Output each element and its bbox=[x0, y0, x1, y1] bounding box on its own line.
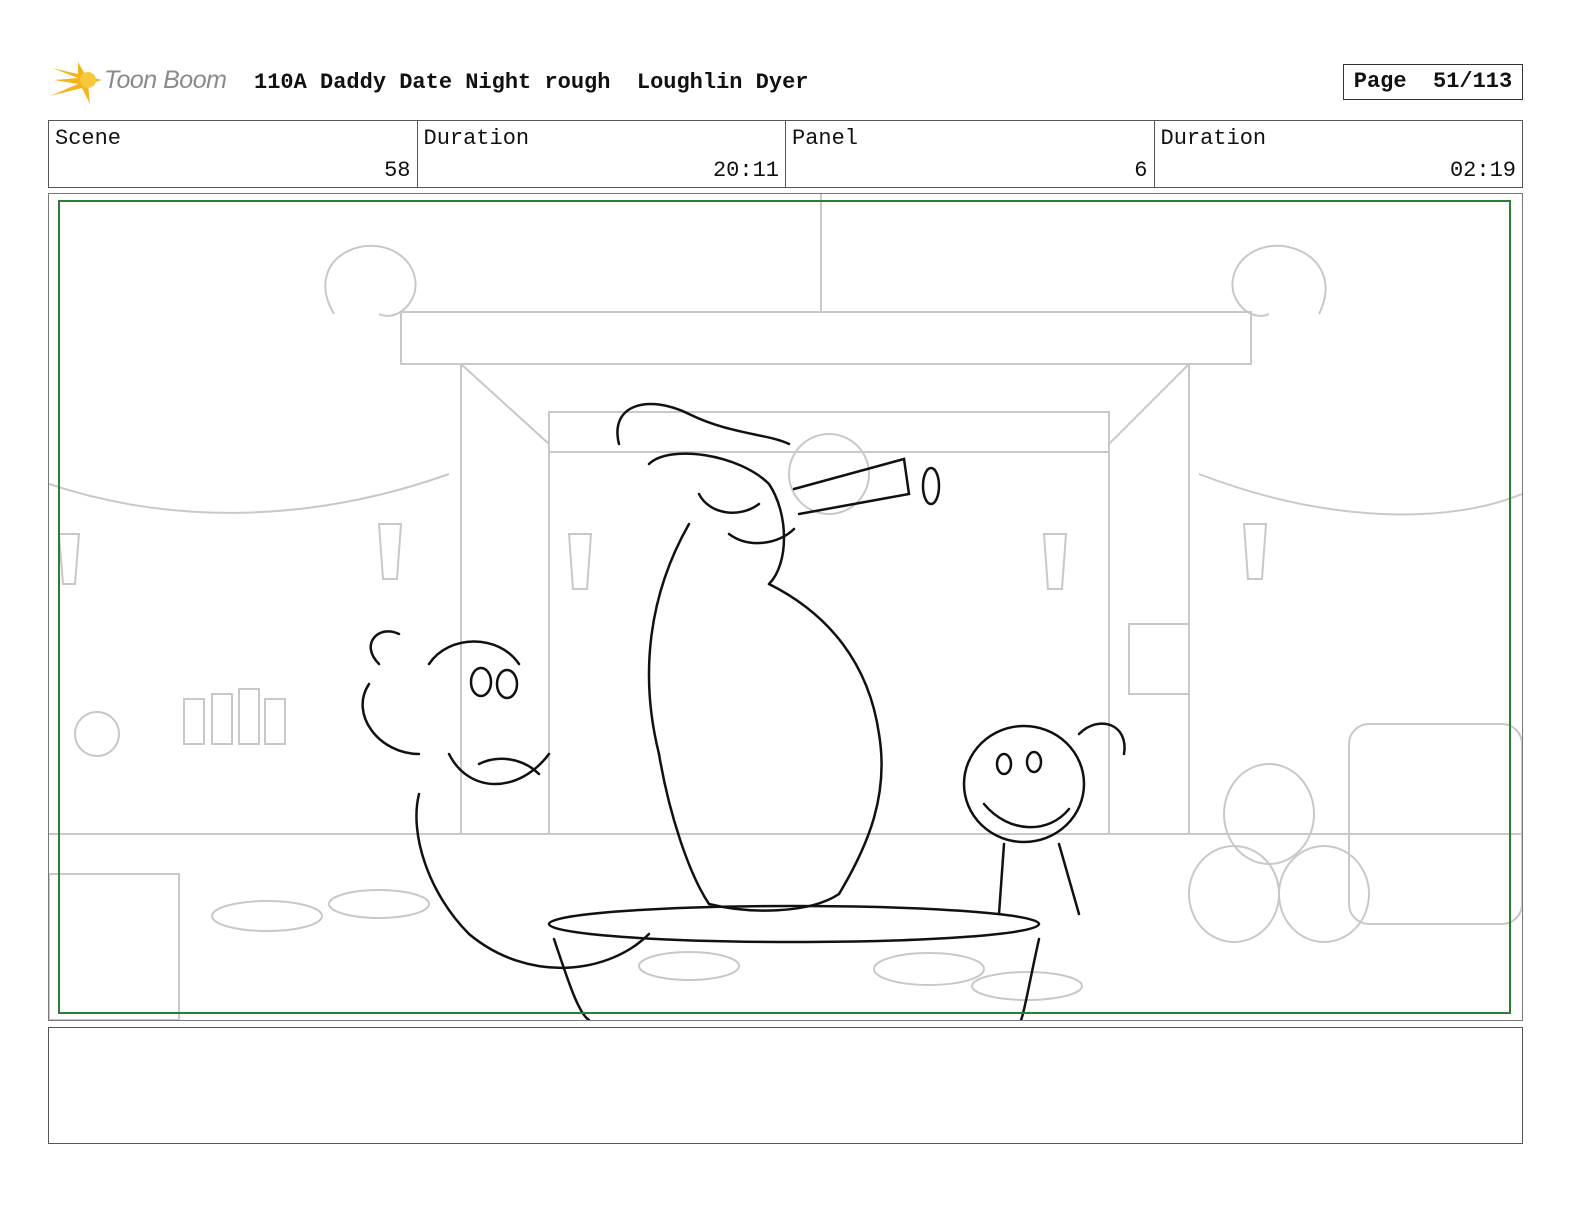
scene-cell: Scene 58 bbox=[49, 121, 418, 187]
panel-cell: Panel 6 bbox=[786, 121, 1155, 187]
scene-duration-cell: Duration 20:11 bbox=[418, 121, 786, 187]
scene-duration-label: Duration bbox=[423, 126, 530, 151]
page-number: Page 51/113 bbox=[1343, 64, 1523, 100]
safe-area-frame bbox=[58, 200, 1511, 1014]
panel-duration-cell: Duration 02:19 bbox=[1155, 121, 1523, 187]
panel-duration-value: 02:19 bbox=[1449, 158, 1516, 183]
logo-text: Toon Boom bbox=[104, 66, 227, 94]
toon-boom-logo: Toon Boom bbox=[48, 56, 238, 108]
character-sketch bbox=[361, 402, 1126, 1020]
star-icon bbox=[50, 62, 102, 104]
panel-duration-label: Duration bbox=[1160, 126, 1267, 151]
page-header: Toon Boom 110A Daddy Date Night rough Lo… bbox=[48, 56, 1523, 108]
document-title: 110A Daddy Date Night rough Loughlin Dye… bbox=[254, 70, 809, 95]
panel-info-row: Scene 58 Duration 20:11 Panel 6 Duration… bbox=[48, 120, 1523, 188]
panel-label: Panel bbox=[792, 126, 859, 151]
panel-drawing bbox=[49, 194, 1522, 1020]
scene-label: Scene bbox=[55, 126, 122, 151]
panel-value: 6 bbox=[1134, 158, 1148, 183]
background-layout bbox=[49, 194, 1522, 1020]
scene-duration-value: 20:11 bbox=[712, 158, 779, 183]
scene-value: 58 bbox=[384, 158, 411, 183]
panel-notes-box bbox=[48, 1027, 1523, 1144]
storyboard-panel bbox=[48, 193, 1523, 1021]
